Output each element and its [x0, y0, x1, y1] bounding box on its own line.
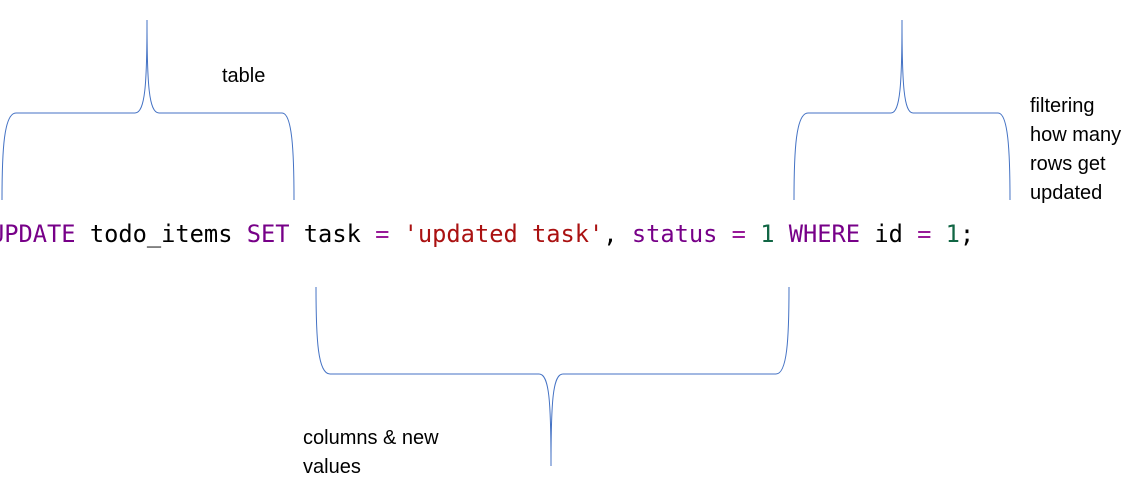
annotation-columns: columns & new values — [303, 424, 439, 482]
annotation-table: table — [222, 62, 265, 91]
sql-space — [746, 220, 760, 248]
annotation-filter-line: updated — [1030, 182, 1103, 204]
sql-space — [717, 220, 731, 248]
annotation-filter: filtering how many rows get updated — [1030, 92, 1121, 208]
sql-number-value: 1 — [945, 220, 960, 248]
sql-space — [931, 220, 945, 248]
annotation-columns-line: values — [303, 456, 361, 478]
annotation-filter-line: how many — [1030, 124, 1122, 146]
annotation-table-line: table — [222, 65, 266, 87]
sql-statement: UPDATE todo_items SET task = 'updated ta… — [0, 216, 974, 252]
sql-column-id: id — [874, 220, 903, 248]
sql-operator-equals: = — [375, 220, 390, 248]
sql-keyword-where: WHERE — [788, 220, 861, 248]
sql-string-value: 'updated task' — [403, 220, 604, 248]
sql-space — [774, 220, 788, 248]
sql-operator-equals: = — [731, 220, 746, 248]
sql-space — [361, 220, 375, 248]
annotation-filter-line: filtering — [1030, 95, 1095, 117]
sql-space — [290, 220, 304, 248]
sql-column-task: task — [303, 220, 361, 248]
sql-space — [860, 220, 874, 248]
sql-space — [76, 220, 90, 248]
diagram-canvas: table filtering how many rows get update… — [0, 0, 1136, 504]
sql-keyword-update: UPDATE — [0, 220, 76, 248]
sql-space — [232, 220, 246, 248]
sql-keyword-set: SET — [246, 220, 290, 248]
braces-layer — [1, 19, 1011, 467]
sql-semicolon: ; — [959, 220, 975, 248]
annotation-filter-line: rows get — [1030, 153, 1106, 175]
sql-column-status: status — [631, 220, 718, 248]
sql-space — [389, 220, 403, 248]
brace-table — [1, 19, 295, 201]
sql-space — [903, 220, 917, 248]
sql-table-name: todo_items — [89, 220, 233, 248]
brace-filter — [793, 19, 1011, 201]
sql-operator-equals: = — [917, 220, 932, 248]
annotation-columns-line: columns & new — [303, 427, 439, 449]
sql-comma: , — [603, 220, 632, 248]
sql-number-value: 1 — [760, 220, 775, 248]
